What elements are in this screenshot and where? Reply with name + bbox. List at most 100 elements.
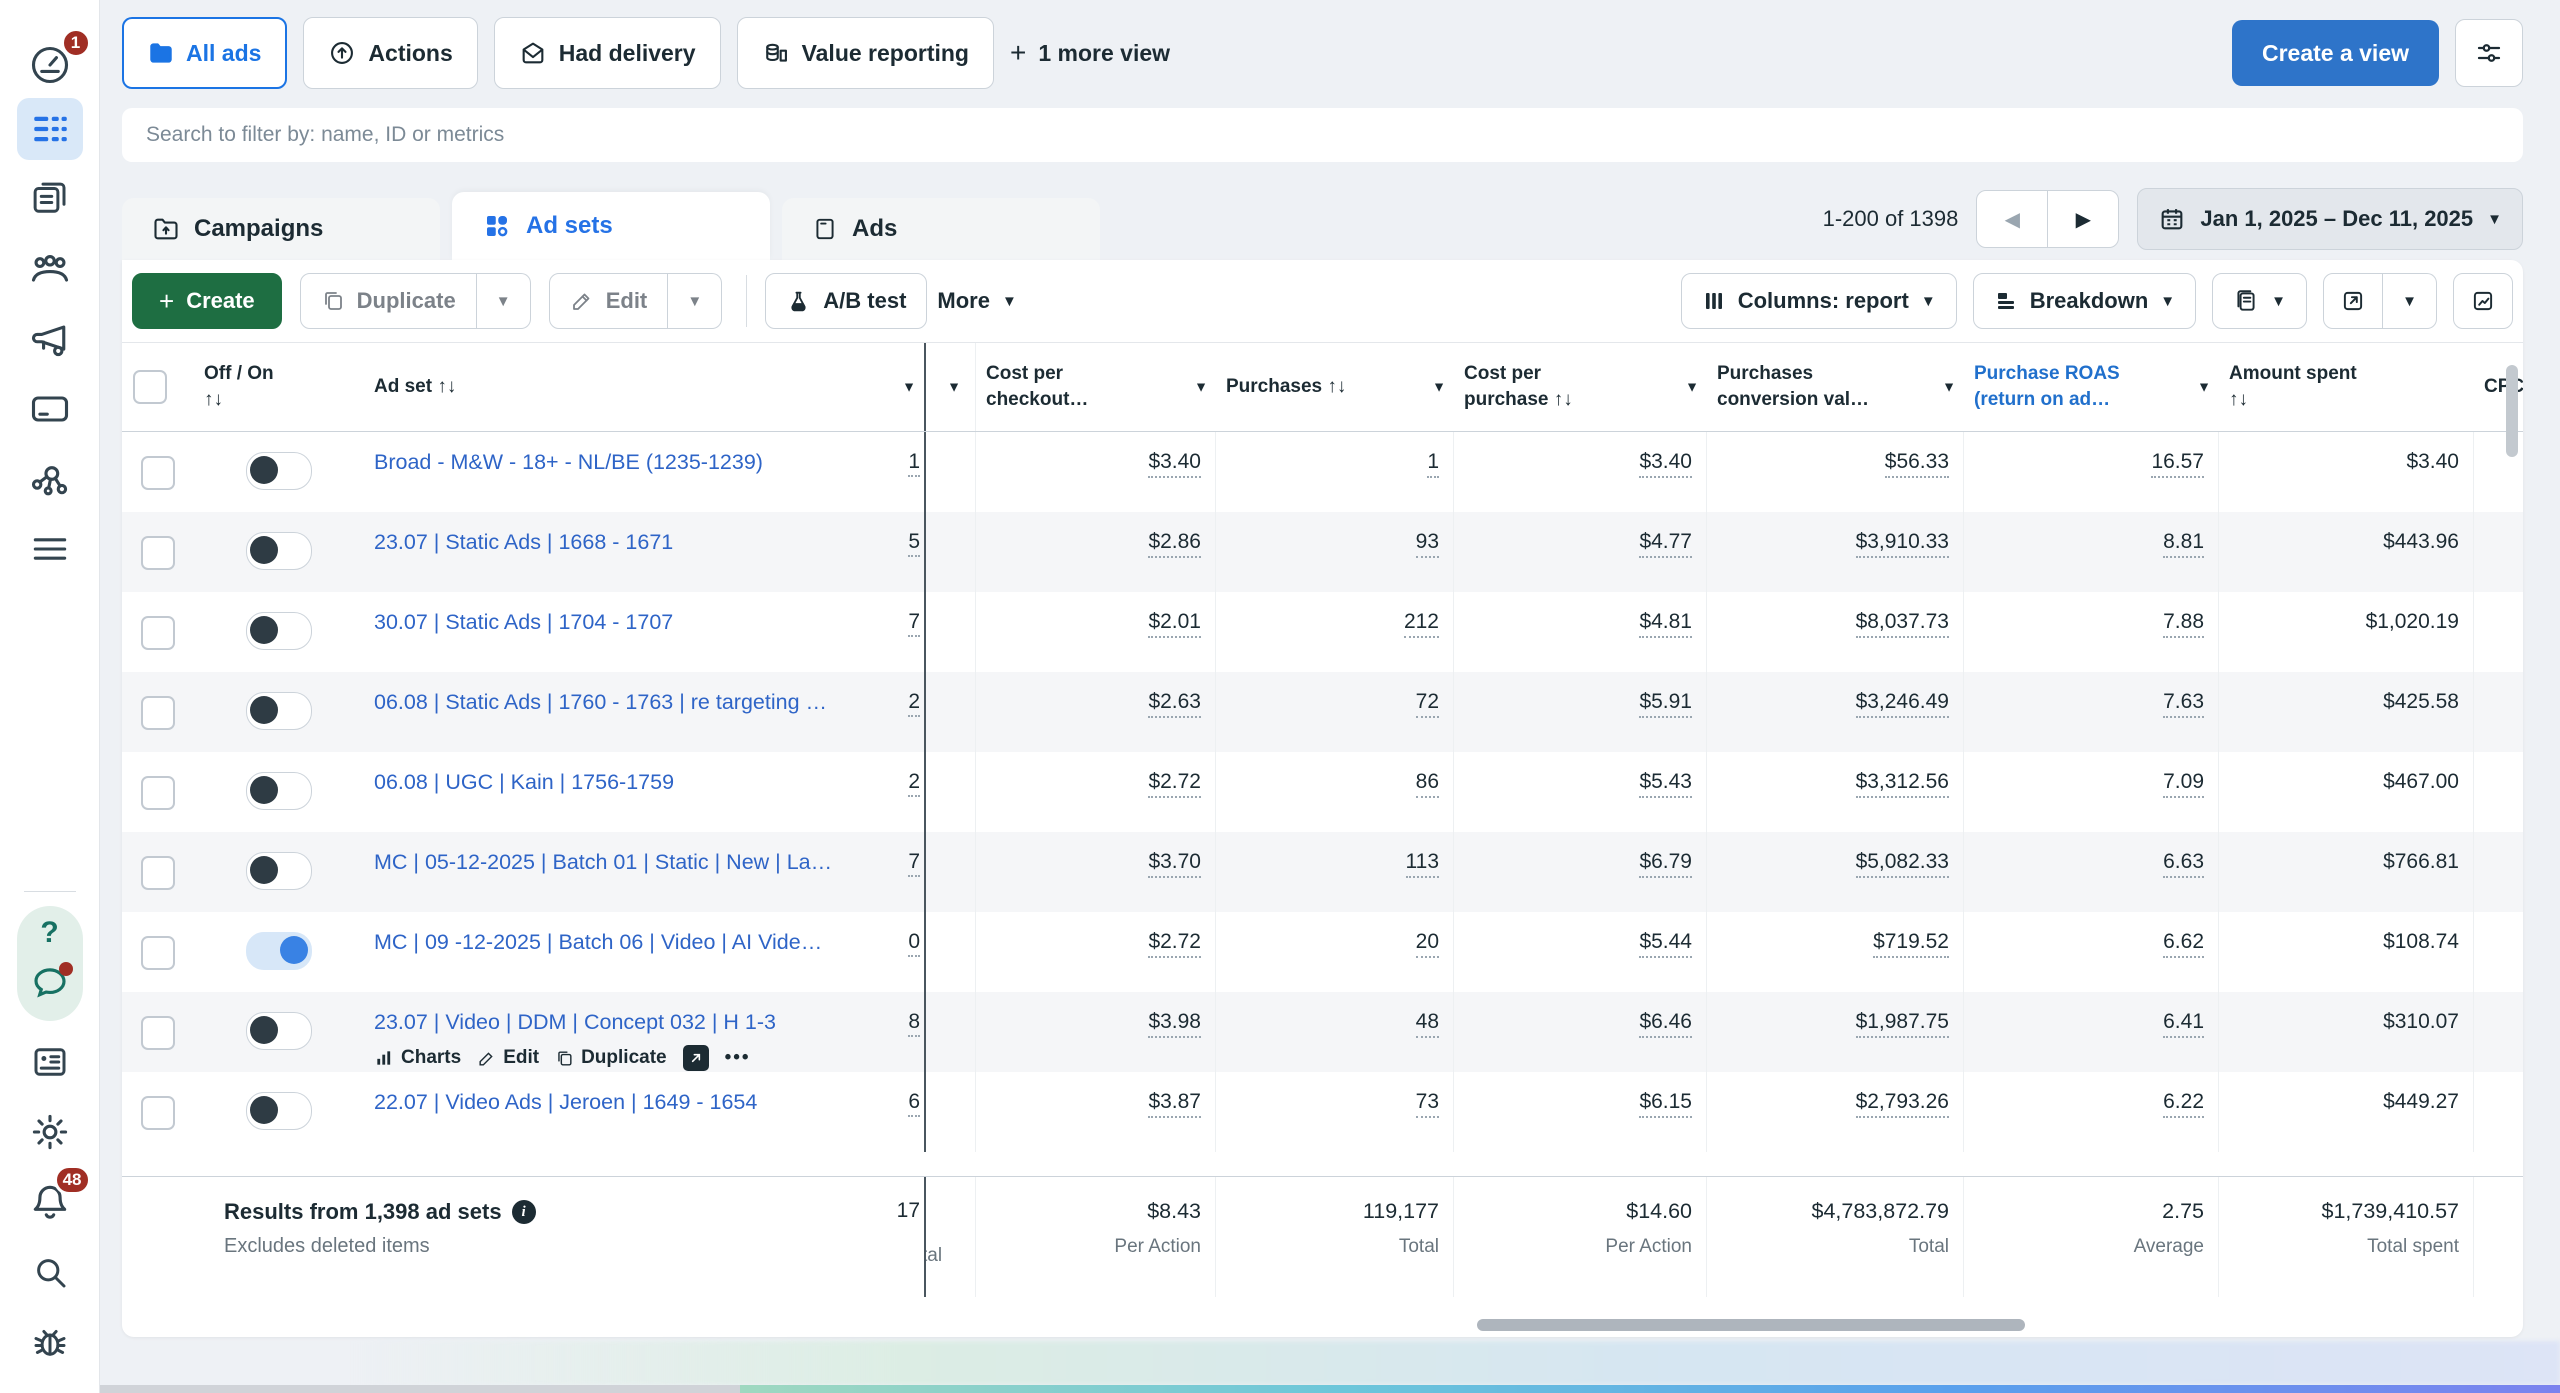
- info-icon[interactable]: [512, 1200, 536, 1224]
- ad-set-name-link[interactable]: 23.07 | Static Ads | 1668 - 1671: [374, 530, 844, 555]
- one-more-view-button[interactable]: + 1 more view: [1010, 37, 1170, 69]
- metric-value[interactable]: $6.79: [1639, 850, 1692, 878]
- date-range-picker[interactable]: Jan 1, 2025 – Dec 11, 2025 ▼: [2137, 188, 2523, 250]
- sidebar-item-notifications[interactable]: 48: [17, 1171, 83, 1233]
- metric-value[interactable]: $3,246.49: [1856, 690, 1949, 718]
- row-checkbox[interactable]: [141, 536, 175, 570]
- help-icon[interactable]: ?: [40, 918, 58, 948]
- more-button[interactable]: More ▼: [937, 288, 1016, 314]
- sidebar-item-search[interactable]: [17, 1241, 83, 1303]
- metric-value[interactable]: $3.40: [1148, 450, 1201, 478]
- sidebar-item-report-bug[interactable]: [17, 1311, 83, 1373]
- tab-campaigns[interactable]: Campaigns: [122, 198, 440, 260]
- row-checkbox[interactable]: [141, 1096, 175, 1130]
- row-checkbox[interactable]: [141, 776, 175, 810]
- prev-page-button[interactable]: ◀: [1977, 191, 2048, 247]
- header-purchases[interactable]: Purchases ↑↓ ▼: [1216, 343, 1454, 431]
- view-tab-value-reporting[interactable]: Value reporting: [737, 17, 994, 89]
- metric-value[interactable]: 6.63: [2163, 850, 2204, 878]
- metric-value[interactable]: $3.98: [1148, 1010, 1201, 1038]
- duplicate-dropdown-button[interactable]: ▼: [477, 273, 531, 329]
- metric-value[interactable]: $4.81: [1639, 610, 1692, 638]
- row-action-more[interactable]: •••: [725, 1047, 751, 1069]
- ad-set-name-link[interactable]: Broad - M&W - 18+ - NL/BE (1235-1239): [374, 450, 844, 475]
- metric-value[interactable]: $1,987.75: [1856, 1010, 1949, 1038]
- ad-set-name-link[interactable]: MC | 09 -12-2025 | Batch 06 | Video | AI…: [374, 930, 844, 955]
- metric-value[interactable]: $8,037.73: [1856, 610, 1949, 638]
- metric-value[interactable]: 7.63: [2163, 690, 2204, 718]
- header-purchase-roas[interactable]: Purchase ROAS (return on ad… ▼: [1964, 343, 2219, 431]
- duplicate-button[interactable]: Duplicate: [300, 273, 477, 329]
- metric-value[interactable]: $5.91: [1639, 690, 1692, 718]
- next-page-button[interactable]: ▶: [2048, 191, 2118, 247]
- export-dropdown-button[interactable]: ▼: [2383, 273, 2437, 329]
- row-action-open-chart[interactable]: [683, 1045, 709, 1071]
- ad-set-toggle-off[interactable]: [246, 612, 312, 650]
- edit-dropdown-button[interactable]: ▼: [668, 273, 722, 329]
- filter-caret-icon[interactable]: ▼: [1685, 378, 1699, 397]
- ab-test-button[interactable]: A/B test: [765, 273, 927, 329]
- ad-set-toggle-on[interactable]: [246, 932, 312, 970]
- metric-value[interactable]: $4.77: [1639, 530, 1692, 558]
- ad-set-name-link[interactable]: 06.08 | Static Ads | 1760 - 1763 | re ta…: [374, 690, 844, 715]
- create-button[interactable]: + Create: [132, 273, 282, 329]
- row-action-duplicate[interactable]: Duplicate: [555, 1047, 667, 1069]
- metric-value[interactable]: 1: [1427, 450, 1439, 478]
- sidebar-item-pages[interactable]: [17, 168, 83, 230]
- ad-set-toggle-off[interactable]: [246, 692, 312, 730]
- ad-set-name-link[interactable]: 30.07 | Static Ads | 1704 - 1707: [374, 610, 844, 635]
- metric-value[interactable]: $3,910.33: [1856, 530, 1949, 558]
- header-ad-set[interactable]: Ad set ↑↓ ▼: [364, 343, 926, 431]
- view-settings-button[interactable]: [2455, 19, 2523, 87]
- row-checkbox[interactable]: [141, 616, 175, 650]
- metric-value[interactable]: $3.40: [1639, 450, 1692, 478]
- metric-value[interactable]: 6.22: [2163, 1090, 2204, 1118]
- ad-set-name-link[interactable]: 06.08 | UGC | Kain | 1756-1759: [374, 770, 844, 795]
- metric-value[interactable]: 113: [1406, 850, 1439, 878]
- reports-dropdown-button[interactable]: ▼: [2212, 273, 2307, 329]
- sidebar-item-settings[interactable]: [17, 1101, 83, 1163]
- metric-value[interactable]: 7.88: [2163, 610, 2204, 638]
- header-purchases-conversion-value[interactable]: Purchases conversion val… ▼: [1707, 343, 1964, 431]
- view-tab-had-delivery[interactable]: Had delivery: [494, 17, 721, 89]
- sidebar-item-reports[interactable]: [17, 1031, 83, 1093]
- metric-value[interactable]: $2.86: [1148, 530, 1201, 558]
- metric-value[interactable]: $2.63: [1148, 690, 1201, 718]
- metric-value[interactable]: $3.87: [1148, 1090, 1201, 1118]
- view-tab-all-ads[interactable]: All ads: [122, 17, 287, 89]
- metric-value[interactable]: 73: [1416, 1090, 1439, 1118]
- metric-value[interactable]: $2,793.26: [1856, 1090, 1949, 1118]
- charts-panel-button[interactable]: [2453, 273, 2513, 329]
- filter-caret-icon[interactable]: ▼: [2197, 378, 2211, 397]
- sidebar-item-all-tools[interactable]: [17, 518, 83, 580]
- create-a-view-button[interactable]: Create a view: [2232, 20, 2439, 86]
- metric-value[interactable]: 8.81: [2163, 530, 2204, 558]
- metric-value[interactable]: $6.15: [1639, 1090, 1692, 1118]
- row-checkbox[interactable]: [141, 696, 175, 730]
- horizontal-scrollbar-thumb[interactable]: [1477, 1319, 2025, 1331]
- row-checkbox[interactable]: [141, 856, 175, 890]
- filter-caret-icon[interactable]: ▼: [1942, 378, 1956, 397]
- header-clipped-column[interactable]: ▼: [926, 343, 976, 431]
- metric-value[interactable]: 48: [1416, 1010, 1439, 1038]
- ad-set-toggle-off[interactable]: [246, 772, 312, 810]
- ad-set-toggle-off[interactable]: [246, 532, 312, 570]
- view-tab-actions[interactable]: Actions: [303, 17, 477, 89]
- select-all-checkbox[interactable]: [133, 370, 167, 404]
- metric-value[interactable]: 86: [1416, 770, 1439, 798]
- sidebar-item-campaigns-table[interactable]: [17, 98, 83, 160]
- metric-value[interactable]: $2.01: [1148, 610, 1201, 638]
- edit-button[interactable]: Edit: [549, 273, 669, 329]
- metric-value[interactable]: 6.41: [2163, 1010, 2204, 1038]
- metric-value[interactable]: $56.33: [1885, 450, 1949, 478]
- sidebar-item-billing[interactable]: [17, 378, 83, 440]
- filter-caret-icon[interactable]: ▼: [947, 378, 961, 397]
- metric-value[interactable]: 72: [1416, 690, 1439, 718]
- metric-value[interactable]: $3.70: [1148, 850, 1201, 878]
- ad-set-name-link[interactable]: 22.07 | Video Ads | Jeroen | 1649 - 1654: [374, 1090, 844, 1115]
- export-button[interactable]: [2323, 273, 2383, 329]
- filter-caret-icon[interactable]: ▼: [1194, 378, 1208, 397]
- ad-set-toggle-off[interactable]: [246, 1092, 312, 1130]
- metric-value[interactable]: $6.46: [1639, 1010, 1692, 1038]
- metric-value[interactable]: 93: [1416, 530, 1439, 558]
